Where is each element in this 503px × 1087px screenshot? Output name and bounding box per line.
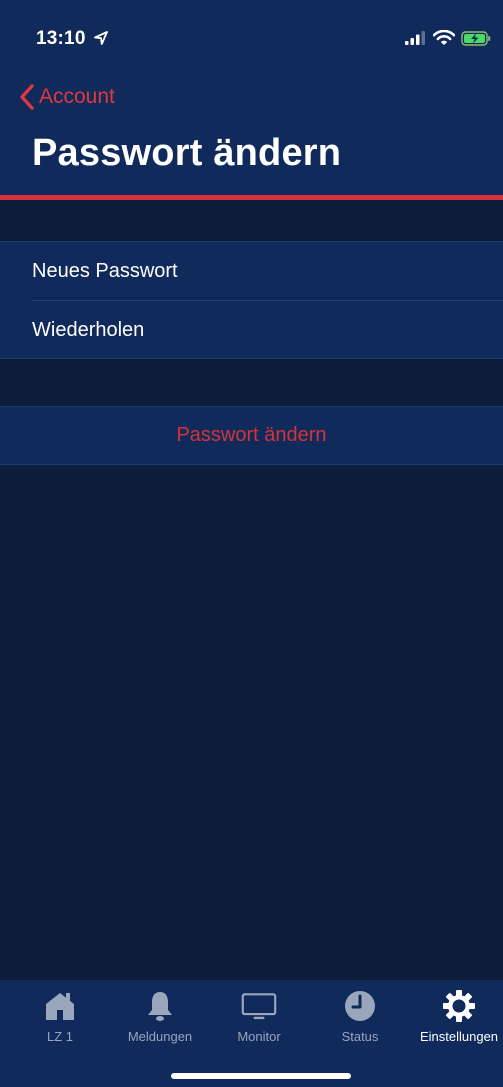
change-password-button[interactable]: Passwort ändern [0,406,503,465]
monitor-icon [241,988,277,1024]
location-arrow-icon [94,31,108,45]
tab-bar: LZ 1 Meldungen Monitor Status Einstellun… [0,980,503,1087]
cellular-signal-icon [405,31,425,45]
tab-label: LZ 1 [46,1029,73,1044]
tab-label: Status [341,1029,379,1044]
tab-meldungen[interactable]: Meldungen [112,980,208,1052]
change-password-button-label: Passwort ändern [176,424,327,446]
repeat-password-field[interactable] [32,318,472,342]
wifi-icon [433,30,455,45]
house-icon [42,988,78,1024]
clock-icon [342,988,378,1024]
password-form [0,241,503,359]
status-time: 13:10 [36,28,86,49]
tab-label: Meldungen [127,1029,193,1044]
tab-status[interactable]: Status [312,980,408,1052]
battery-charging-icon [461,30,491,46]
gear-icon [441,988,477,1024]
bell-icon [142,988,178,1024]
app-screen: 13:10 Account Passwort ändern Passwort ä… [0,0,503,1087]
status-bar: 13:10 [0,0,503,70]
back-button-label: Account [39,85,115,108]
status-indicators [405,30,491,46]
page-title: Passwort ändern [32,132,342,174]
header-accent-line [0,195,503,200]
new-password-row[interactable] [0,242,503,300]
chevron-left-icon [20,84,34,110]
tab-einstellungen[interactable]: Einstellungen [411,980,503,1052]
back-button[interactable]: Account [18,82,115,112]
home-indicator[interactable] [171,1073,351,1079]
navigation-header: 13:10 Account Passwort ändern [0,0,503,195]
tab-label: Einstellungen [419,1029,499,1044]
new-password-field[interactable] [32,259,472,283]
tab-label: Monitor [237,1029,281,1044]
tab-monitor[interactable]: Monitor [211,980,307,1052]
tab-lz1[interactable]: LZ 1 [12,980,108,1052]
repeat-password-row[interactable] [0,301,503,359]
